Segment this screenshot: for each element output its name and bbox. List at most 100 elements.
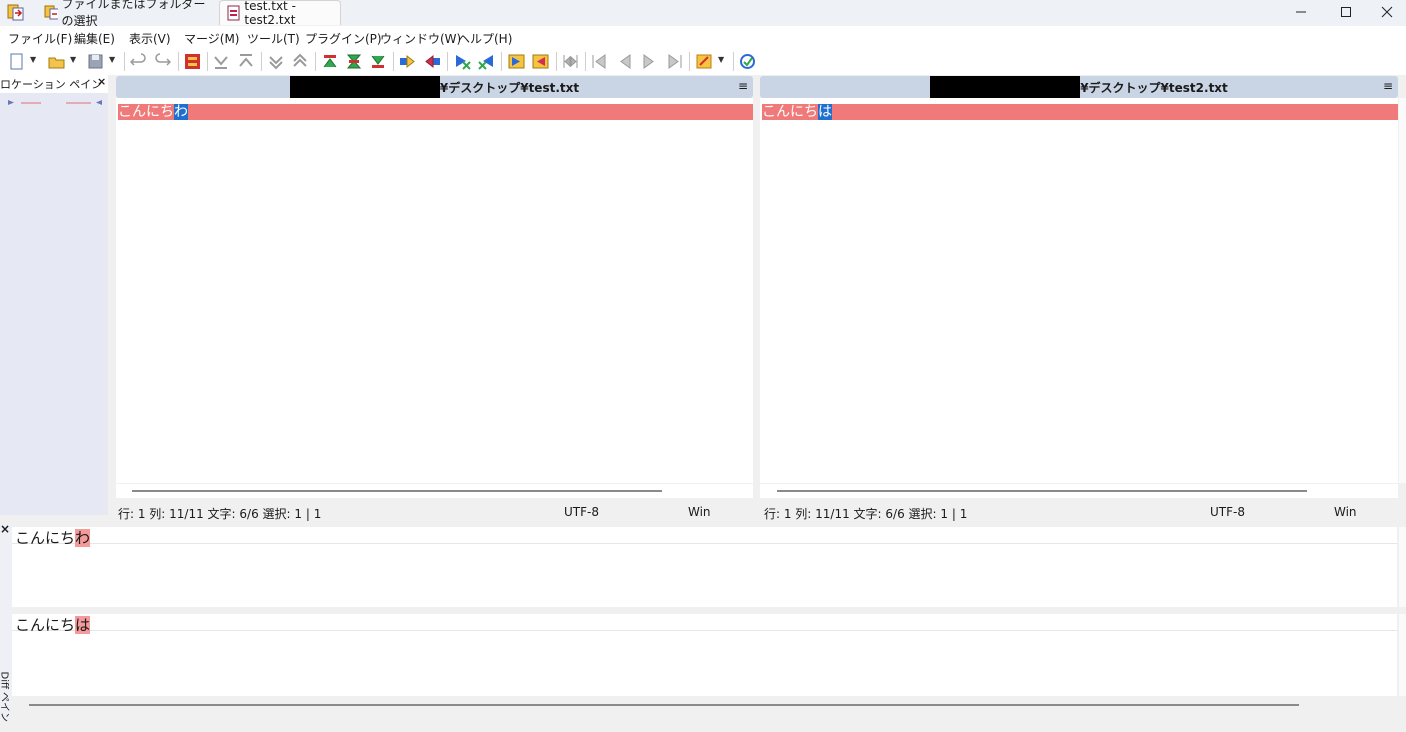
- diff-line: こんにちは: [762, 104, 1398, 120]
- next-conflict-icon[interactable]: [268, 53, 285, 70]
- redo-icon[interactable]: [154, 53, 171, 70]
- next-diff-icon[interactable]: [213, 53, 230, 70]
- minimize-icon: [1296, 11, 1306, 13]
- toolbar-separator: [733, 52, 734, 71]
- left-editor[interactable]: こんにちわ: [116, 98, 753, 483]
- left-header-menu-icon[interactable]: ≡: [738, 79, 748, 93]
- chevron-down-icon[interactable]: ▼: [109, 55, 115, 64]
- options-icon[interactable]: [696, 53, 713, 70]
- menu-tools[interactable]: ツール(T): [247, 30, 300, 47]
- right-header-menu-icon[interactable]: ≡: [1383, 79, 1393, 93]
- encoding: UTF-8: [564, 505, 599, 519]
- prev-diff-icon[interactable]: [238, 53, 255, 70]
- diff-pane-horizontal-scrollbar[interactable]: [12, 698, 1406, 712]
- line-text: こんにち: [762, 104, 818, 120]
- next-file-icon[interactable]: [641, 53, 658, 70]
- swap-panes-icon[interactable]: [562, 53, 579, 70]
- copy-all-right-icon[interactable]: [508, 53, 525, 70]
- menu-window[interactable]: ウィンドウ(W): [380, 30, 461, 47]
- undo-icon[interactable]: [130, 53, 147, 70]
- close-window-button[interactable]: [1368, 0, 1406, 24]
- location-pane[interactable]: [0, 75, 108, 515]
- right-horizontal-scrollbar[interactable]: [760, 484, 1398, 498]
- line-text: こんにち: [118, 104, 174, 120]
- tab-compare[interactable]: test.txt - test2.txt: [219, 0, 341, 27]
- new-icon[interactable]: [8, 53, 25, 70]
- toolbar-separator: [178, 52, 179, 71]
- right-editor[interactable]: こんにちは: [760, 98, 1398, 483]
- copy-right-icon[interactable]: [399, 53, 416, 70]
- diff-pane-bottom[interactable]: こんにちは: [12, 614, 1397, 696]
- last-diff-icon[interactable]: [370, 53, 387, 70]
- scroll-thumb[interactable]: [29, 704, 1299, 706]
- scroll-thumb[interactable]: [777, 490, 1307, 492]
- left-status-bar: 行: 1 列: 11/11 文字: 6/6 選択: 1 | 1 UTF-8 Wi…: [116, 500, 753, 524]
- menu-view[interactable]: 表示(V): [129, 30, 171, 47]
- encoding: UTF-8: [1210, 505, 1245, 519]
- first-diff-icon[interactable]: [322, 53, 339, 70]
- location-pane-close-button[interactable]: ×: [97, 75, 106, 88]
- menu-file[interactable]: ファイル(F): [8, 30, 72, 47]
- location-pane-markers: [6, 94, 104, 105]
- minimize-button[interactable]: [1278, 0, 1324, 24]
- menu-help[interactable]: ヘルプ(H): [458, 30, 512, 47]
- prev-file-icon[interactable]: [616, 53, 633, 70]
- right-file-path: ¥デスクトップ¥test2.txt: [1080, 80, 1228, 95]
- maximize-icon: [1341, 7, 1351, 17]
- open-folder-icon[interactable]: [48, 53, 65, 70]
- right-vertical-scrollbar[interactable]: [1399, 98, 1406, 483]
- chevron-down-icon[interactable]: ▼: [30, 55, 36, 64]
- menu-edit[interactable]: 編集(E): [74, 30, 115, 47]
- toolbar-separator: [447, 52, 448, 71]
- line-text: こんにち: [15, 616, 76, 634]
- redacted-path: [289, 76, 440, 98]
- toolbar-separator: [315, 52, 316, 71]
- location-pane-header: ロケーション ペイン ×: [0, 75, 108, 93]
- diff-pane-close-button[interactable]: ×: [0, 522, 10, 536]
- copy-left-icon[interactable]: [424, 53, 441, 70]
- tab-open-select[interactable]: ファイルまたはフォルダーの選択: [38, 0, 214, 28]
- diff-pane-top-scrollbar[interactable]: [1399, 527, 1406, 607]
- copy-all-left-icon[interactable]: [532, 53, 549, 70]
- left-horizontal-scrollbar[interactable]: [116, 484, 753, 498]
- chevron-down-icon[interactable]: ▼: [718, 55, 724, 64]
- diff-char: わ: [75, 529, 91, 547]
- menu-bar: ファイル(F) 編集(E) 表示(V) マージ(M) ツール(T) プラグイン(…: [0, 26, 1406, 48]
- cursor-position: 行: 1 列: 11/11 文字: 6/6 選択: 1 | 1: [764, 507, 968, 521]
- toolbar-separator: [124, 52, 125, 71]
- copy-right-advance-icon[interactable]: [454, 53, 471, 70]
- first-file-icon[interactable]: [591, 53, 608, 70]
- last-file-icon[interactable]: [666, 53, 683, 70]
- menu-plugins[interactable]: プラグイン(P): [305, 30, 382, 47]
- eol-type: Win: [688, 505, 711, 519]
- merge-icon: [44, 5, 58, 20]
- toolbar-separator: [501, 52, 502, 71]
- save-icon[interactable]: [87, 53, 104, 70]
- close-icon: [1381, 6, 1393, 18]
- chevron-down-icon[interactable]: ▼: [70, 55, 76, 64]
- prev-conflict-icon[interactable]: [292, 53, 309, 70]
- maximize-button[interactable]: [1323, 0, 1369, 24]
- diff-pane-bottom-scrollbar[interactable]: [1399, 614, 1406, 696]
- scroll-thumb[interactable]: [132, 490, 662, 492]
- left-file-header: ¥デスクトップ¥test.txt ≡: [116, 76, 753, 98]
- menu-merge[interactable]: マージ(M): [184, 30, 239, 47]
- app-logo-icon[interactable]: [6, 3, 24, 21]
- diff-pane-line: こんにちは: [15, 614, 91, 635]
- current-diff-icon[interactable]: [346, 53, 363, 70]
- refresh-compare-icon[interactable]: [184, 53, 201, 70]
- copy-left-advance-icon[interactable]: [478, 53, 495, 70]
- diff-char: は: [75, 616, 91, 634]
- cursor-position: 行: 1 列: 11/11 文字: 6/6 選択: 1 | 1: [118, 507, 322, 521]
- compare-icon[interactable]: [739, 53, 756, 70]
- selected-char: は: [818, 104, 832, 120]
- diff-pane-sidebar: × Diff ペイン: [0, 522, 12, 722]
- toolbar-separator: [585, 52, 586, 71]
- toolbar-separator: [393, 52, 394, 71]
- toolbar: ▼ ▼ ▼ ▼: [0, 48, 1406, 75]
- location-pane-title: ロケーション ペイン: [0, 78, 103, 91]
- right-file-header: ¥デスクトップ¥test2.txt ≡: [760, 76, 1398, 98]
- toolbar-separator: [261, 52, 262, 71]
- diff-pane-top[interactable]: こんにちわ: [12, 527, 1397, 607]
- selected-char: わ: [174, 104, 188, 120]
